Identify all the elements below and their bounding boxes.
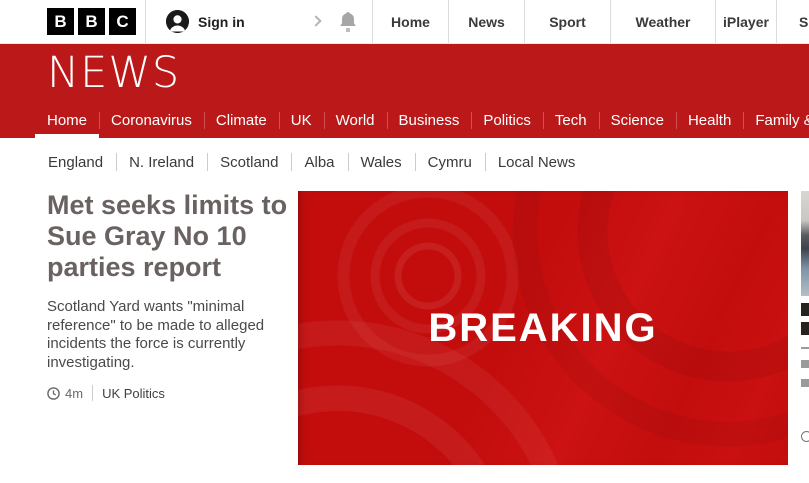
chevron-right-icon[interactable] bbox=[310, 15, 321, 26]
topnav-news[interactable]: News bbox=[449, 0, 525, 43]
breaking-label: BREAKING bbox=[428, 306, 657, 351]
nav-england[interactable]: England bbox=[35, 152, 116, 172]
bbc-logo-block: C bbox=[109, 8, 136, 35]
nav-local-news[interactable]: Local News bbox=[485, 152, 589, 172]
nav-alba[interactable]: Alba bbox=[291, 152, 347, 172]
clock-icon bbox=[47, 387, 60, 400]
nav-health[interactable]: Health bbox=[676, 103, 743, 138]
nav-science[interactable]: Science bbox=[599, 103, 676, 138]
topnav-weather[interactable]: Weather bbox=[611, 0, 716, 43]
nav-world[interactable]: World bbox=[324, 103, 387, 138]
bbc-logo-block: B bbox=[78, 8, 105, 35]
cropped-next-story-card[interactable] bbox=[801, 191, 809, 442]
cropped-text-sliver bbox=[801, 347, 809, 349]
lead-meta: 4m UK Politics bbox=[47, 385, 289, 401]
notifications-bell-icon[interactable] bbox=[338, 11, 358, 38]
cropped-headline-sliver bbox=[801, 322, 809, 335]
nav-n-ireland[interactable]: N. Ireland bbox=[116, 152, 207, 172]
cropped-text-sliver bbox=[801, 379, 809, 387]
primary-section-nav: Home Coronavirus Climate UK World Busine… bbox=[0, 103, 809, 138]
nav-uk[interactable]: UK bbox=[279, 103, 324, 138]
cropped-story-photo bbox=[801, 191, 809, 296]
nav-wales[interactable]: Wales bbox=[348, 152, 415, 172]
nav-coronavirus[interactable]: Coronavirus bbox=[99, 103, 204, 138]
cropped-headline-sliver bbox=[801, 303, 809, 316]
nav-family-education-cropped[interactable]: Family & bbox=[743, 103, 809, 138]
topnav-sounds-cropped[interactable]: S bbox=[777, 0, 809, 43]
main-content: Met seeks limits to Sue Gray No 10 parti… bbox=[0, 190, 809, 483]
nav-business[interactable]: Business bbox=[387, 103, 472, 138]
bbc-logo-block: B bbox=[47, 8, 74, 35]
signin-button[interactable]: Sign in bbox=[198, 14, 245, 30]
lead-story: Met seeks limits to Sue Gray No 10 parti… bbox=[47, 190, 289, 401]
lead-timestamp: 4m bbox=[65, 386, 83, 401]
top-navigation: Home News Sport Weather iPlayer S bbox=[373, 0, 809, 43]
lead-category-link[interactable]: UK Politics bbox=[102, 386, 165, 401]
bbc-logo[interactable]: B B C bbox=[0, 0, 146, 43]
nav-politics[interactable]: Politics bbox=[471, 103, 543, 138]
cropped-clock-icon bbox=[801, 431, 809, 442]
nav-cymru[interactable]: Cymru bbox=[415, 152, 485, 172]
topnav-home[interactable]: Home bbox=[373, 0, 449, 43]
meta-divider bbox=[92, 385, 93, 401]
account-person-icon[interactable] bbox=[166, 10, 189, 33]
cropped-text-sliver bbox=[801, 360, 809, 368]
nav-climate[interactable]: Climate bbox=[204, 103, 279, 138]
regional-nav: England N. Ireland Scotland Alba Wales C… bbox=[0, 138, 809, 191]
news-masthead-title[interactable]: NEWS bbox=[47, 52, 180, 95]
lead-summary: Scotland Yard wants "minimal reference" … bbox=[47, 298, 273, 372]
nav-scotland[interactable]: Scotland bbox=[207, 152, 291, 172]
topnav-sport[interactable]: Sport bbox=[525, 0, 611, 43]
topnav-iplayer[interactable]: iPlayer bbox=[716, 0, 777, 43]
topbar: B B C Sign in Home News Sport Weather iP… bbox=[0, 0, 809, 44]
breaking-news-image[interactable]: BREAKING bbox=[298, 191, 788, 465]
news-masthead: NEWS bbox=[0, 44, 809, 103]
nav-home[interactable]: Home bbox=[35, 103, 99, 138]
lead-headline[interactable]: Met seeks limits to Sue Gray No 10 parti… bbox=[47, 190, 289, 283]
nav-tech[interactable]: Tech bbox=[543, 103, 599, 138]
signin-section: Sign in bbox=[146, 0, 373, 43]
